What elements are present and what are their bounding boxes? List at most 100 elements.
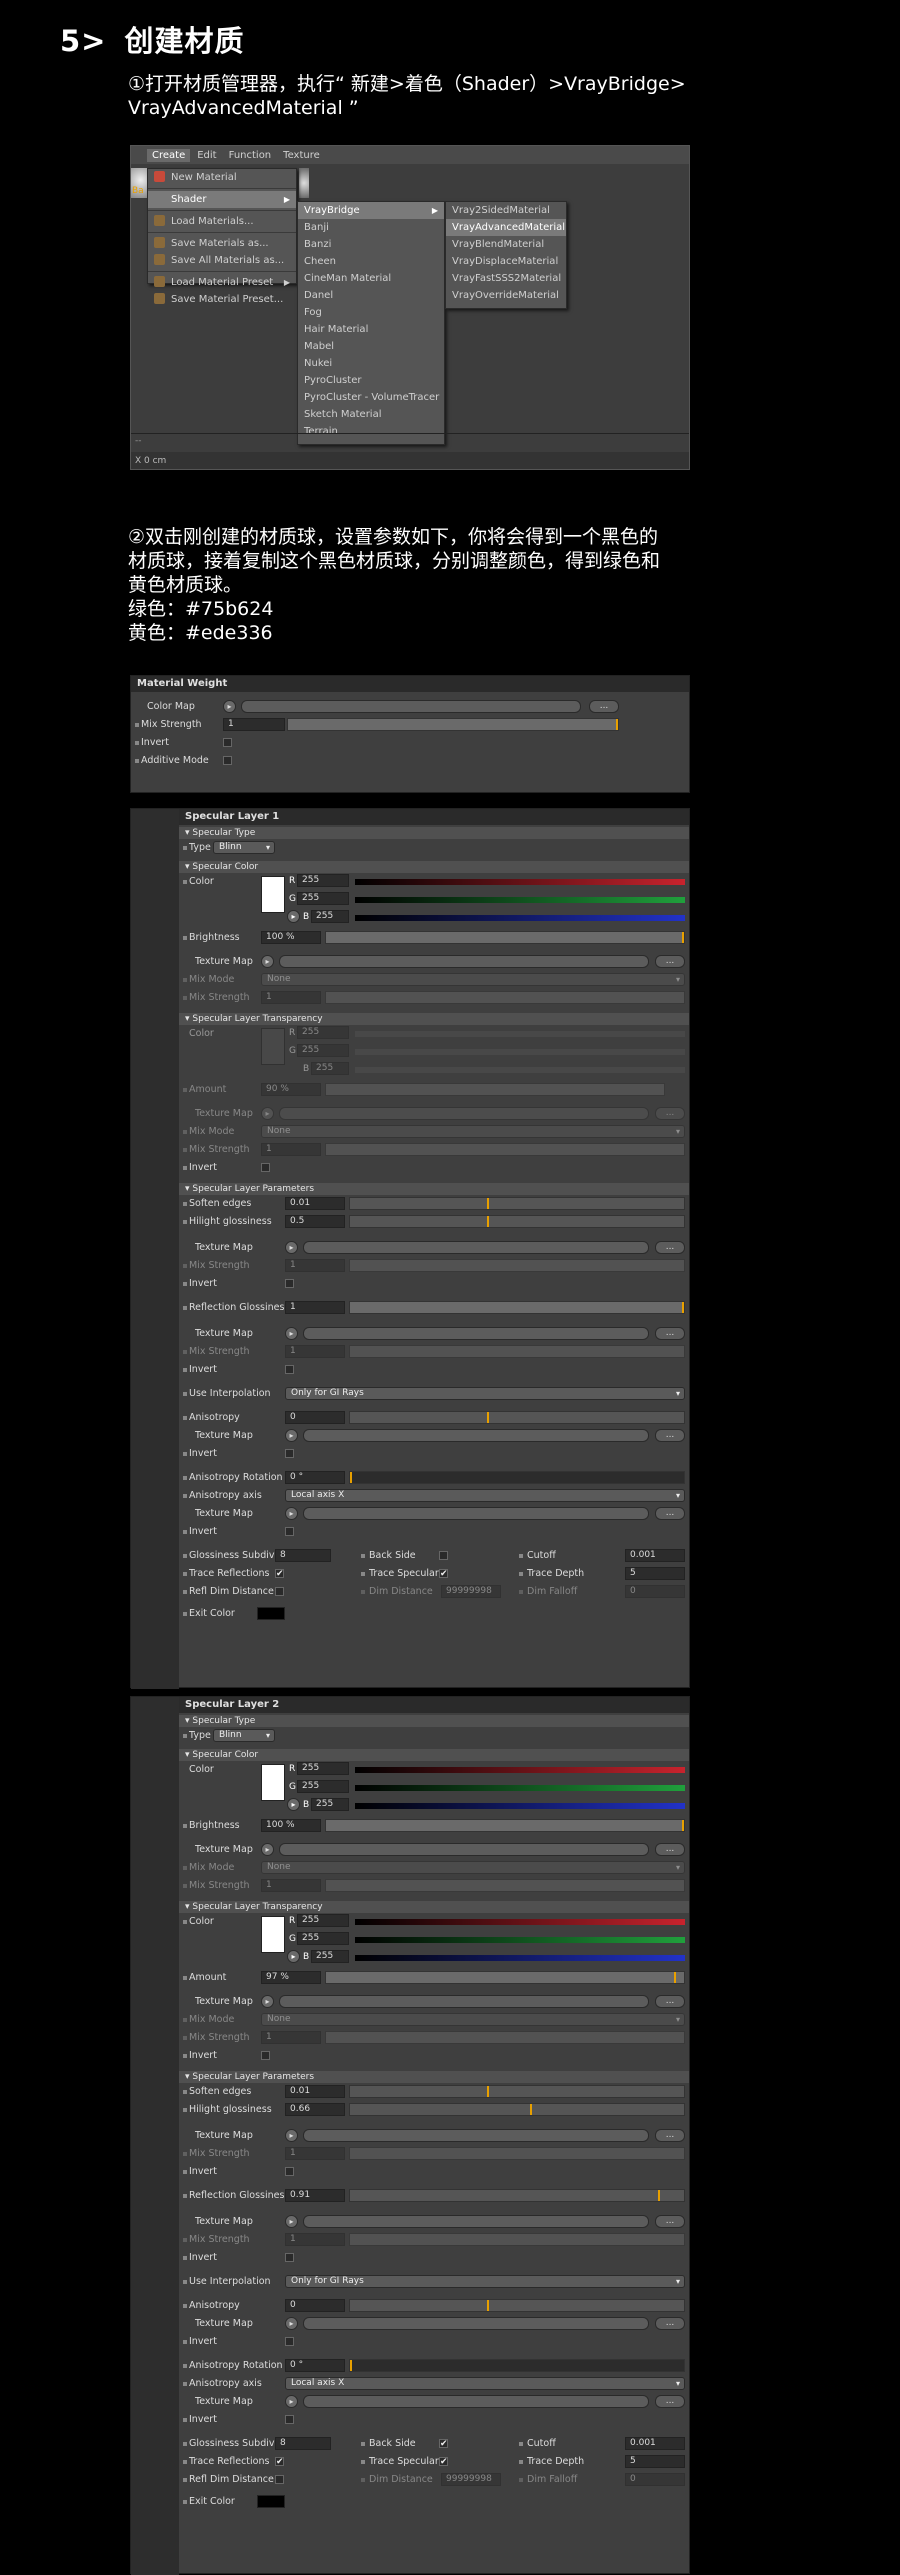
exit-color-swatch[interactable] xyxy=(257,1607,285,1620)
brightness-slider[interactable] xyxy=(325,931,685,944)
mix-strength-row: Mix Strength 1 xyxy=(131,716,689,734)
create-menu: New Material Shader ▶ Load Materials... S… xyxy=(147,168,297,305)
menu-item-vrayfastsss2[interactable]: VrayFastSSS2Material xyxy=(446,270,566,287)
menu-function[interactable]: Function xyxy=(224,149,277,162)
color-map-options-button[interactable]: ... xyxy=(589,700,619,713)
menu-item-cheen[interactable]: Cheen xyxy=(298,253,444,270)
mix-strength-slider[interactable] xyxy=(287,718,619,731)
section-heading: 5> 创建材质 xyxy=(60,18,245,60)
coordinate-bar: X 0 cm xyxy=(131,452,689,469)
menu-edit[interactable]: Edit xyxy=(192,149,221,162)
menu-item-new-material[interactable]: New Material xyxy=(148,169,296,186)
menu-item-save-all-materials[interactable]: Save All Materials as... xyxy=(148,252,296,269)
specular-layer-2-panel: Specular Layer 2 ▾ Specular Type Type Bli… xyxy=(130,1696,690,2575)
menu-item-cineman[interactable]: CineMan Material xyxy=(298,270,444,287)
group-layer-parameters[interactable]: ▾ Specular Layer Parameters xyxy=(179,1183,689,1195)
green-input[interactable]: 255 xyxy=(297,892,349,905)
anisotropy-axis-select[interactable]: Local axis X xyxy=(285,1489,685,1502)
load-preset-icon xyxy=(154,276,165,287)
save-icon xyxy=(154,237,165,248)
layer2-transparency-swatch[interactable] xyxy=(261,1916,285,1953)
menu-item-vraydisplace[interactable]: VrayDisplaceMaterial xyxy=(446,253,566,270)
submenu-arrow-icon: ▶ xyxy=(283,278,290,287)
color-map-slot[interactable] xyxy=(241,700,581,713)
layer2-color-swatch[interactable] xyxy=(261,1764,285,1801)
menu-item-save-materials[interactable]: Save Materials as... xyxy=(148,235,296,252)
menu-item-terrain[interactable]: Terrain xyxy=(298,423,444,440)
submenu-arrow-icon: ▶ xyxy=(283,195,290,204)
hilight-glossiness-input[interactable]: 0.5 xyxy=(285,1215,345,1228)
menu-item-load-preset[interactable]: Load Material Preset ▶ xyxy=(148,274,296,291)
refl-dim-checkbox[interactable] xyxy=(275,1587,284,1596)
glossiness-subdivs-input[interactable]: 8 xyxy=(275,1549,331,1562)
transparency-amount-input[interactable]: 90 % xyxy=(261,1083,321,1096)
menu-item-load-materials[interactable]: Load Materials... xyxy=(148,213,296,230)
color-mode-icon[interactable]: ▸ xyxy=(287,910,300,923)
layer2-exit-color-swatch[interactable] xyxy=(257,2495,285,2508)
invert-row: Invert xyxy=(131,734,689,752)
menu-item-vrayadvanced[interactable]: VrayAdvancedMaterial xyxy=(446,219,566,236)
specular-layer-1-panel: Specular Layer 1 ▾ Specular Type Type Bli… xyxy=(130,808,690,1689)
invert-checkbox[interactable] xyxy=(223,738,232,747)
brightness-input[interactable]: 100 % xyxy=(261,931,321,944)
blue-slider[interactable] xyxy=(355,915,685,921)
back-side-checkbox[interactable] xyxy=(439,1551,448,1560)
menu-item-danel[interactable]: Danel xyxy=(298,287,444,304)
layer2-type-select[interactable]: Blinn xyxy=(213,1729,275,1742)
menu-item-save-preset[interactable]: Save Material Preset... xyxy=(148,291,296,308)
cutoff-input[interactable]: 0.001 xyxy=(625,1549,685,1562)
menu-item-banzi[interactable]: Banzi xyxy=(298,236,444,253)
trace-specular-checkbox[interactable]: ✔ xyxy=(439,1569,448,1579)
menu-item-hair[interactable]: Hair Material xyxy=(298,321,444,338)
menu-item-banji[interactable]: Banji xyxy=(298,219,444,236)
color-mix-mode-select[interactable]: None xyxy=(261,973,685,986)
anisotropy-rotation-input[interactable]: 0 ° xyxy=(285,1471,345,1484)
group-layer-transparency[interactable]: ▾ Specular Layer Transparency xyxy=(179,1013,689,1025)
vraybridge-submenu: Vray2SidedMaterial VrayAdvancedMaterial … xyxy=(445,201,567,309)
menu-item-vrayoverride[interactable]: VrayOverrideMaterial xyxy=(446,287,566,304)
use-interpolation-select[interactable]: Only for GI Rays xyxy=(285,1387,685,1400)
menu-item-pyrocluster-volumetracer[interactable]: PyroCluster - VolumeTracer xyxy=(298,389,444,406)
layer1-content: Specular Layer 1 ▾ Specular Type Type Bli… xyxy=(179,809,689,1687)
menu-item-mabel[interactable]: Mabel xyxy=(298,338,444,355)
transparency-color-row: Color R 255 G 255 B 255 xyxy=(179,1025,689,1081)
reflection-glossiness-input[interactable]: 1 xyxy=(285,1301,345,1314)
menu-item-fog[interactable]: Fog xyxy=(298,304,444,321)
specular-color-swatch[interactable] xyxy=(261,876,285,913)
menu-texture[interactable]: Texture xyxy=(278,149,325,162)
menu-item-sketch[interactable]: Sketch Material xyxy=(298,406,444,423)
trace-depth-input[interactable]: 5 xyxy=(625,1567,685,1580)
mix-strength-input[interactable]: 1 xyxy=(223,718,285,731)
menu-item-shader[interactable]: Shader ▶ xyxy=(148,191,296,208)
menu-item-vray2sided[interactable]: Vray2SidedMaterial xyxy=(446,202,566,219)
menu-item-nukei[interactable]: Nukei xyxy=(298,355,444,372)
specular-color-row: Color R 255 G 255 ▸ B 255 xyxy=(179,873,689,929)
green-color-note: 绿色：#75b624 xyxy=(128,598,274,620)
group-specular-type[interactable]: ▾ Specular Type xyxy=(179,827,689,839)
additive-mode-checkbox[interactable] xyxy=(223,756,232,765)
soften-edges-input[interactable]: 0.01 xyxy=(285,1197,345,1210)
save-preset-icon xyxy=(154,293,165,304)
red-input[interactable]: 255 xyxy=(297,874,349,887)
color-texture-slot[interactable] xyxy=(279,955,649,968)
color-map-row: Color Map ▸ ... xyxy=(131,698,689,716)
color-map-toggle-icon[interactable]: ▸ xyxy=(223,700,236,713)
material-manager-menubar: Create Edit Function Texture xyxy=(131,146,689,164)
section-title: 创建材质 xyxy=(124,24,245,58)
material-thumbnail-2[interactable] xyxy=(299,168,309,198)
save-all-icon xyxy=(154,254,165,265)
load-icon xyxy=(154,215,165,226)
menu-item-vraybridge[interactable]: VrayBridge ▶ xyxy=(298,202,444,219)
layer2-amount-input[interactable]: 97 % xyxy=(261,1971,321,1984)
trace-reflections-checkbox[interactable]: ✔ xyxy=(275,1569,284,1579)
menu-item-vrayblend[interactable]: VrayBlendMaterial xyxy=(446,236,566,253)
anisotropy-input[interactable]: 0 xyxy=(285,1411,345,1424)
menu-item-pyrocluster[interactable]: PyroCluster xyxy=(298,372,444,389)
additive-mode-row: Additive Mode xyxy=(131,752,689,770)
group-specular-color[interactable]: ▾ Specular Color xyxy=(179,861,689,873)
blue-input[interactable]: 255 xyxy=(311,910,349,923)
menu-create[interactable]: Create xyxy=(147,148,191,162)
specular-type-select[interactable]: Blinn xyxy=(213,841,275,854)
red-slider[interactable] xyxy=(355,879,685,885)
green-slider[interactable] xyxy=(355,897,685,903)
